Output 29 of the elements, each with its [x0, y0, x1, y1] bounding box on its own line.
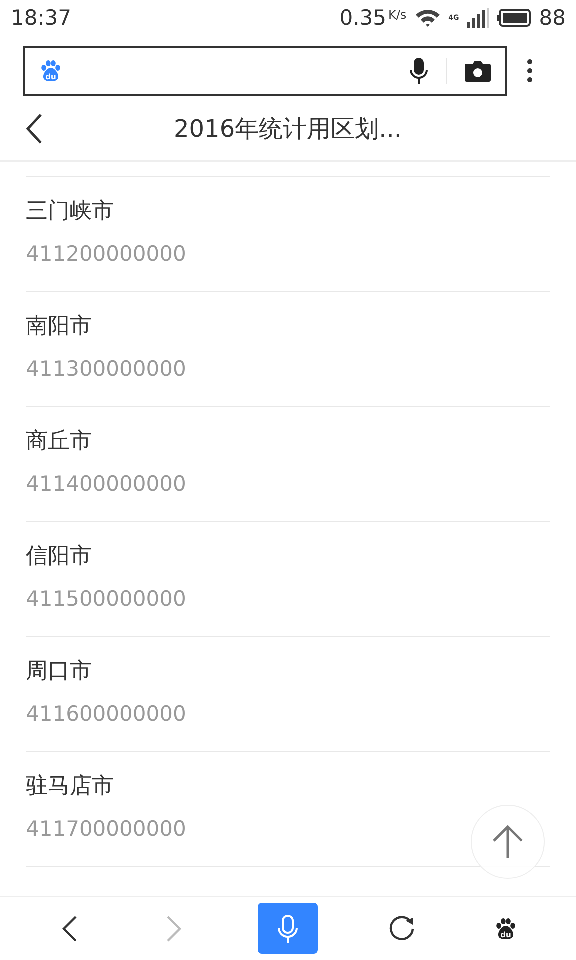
microphone-icon[interactable]: [410, 58, 428, 84]
region-name[interactable]: 商丘市: [26, 426, 92, 458]
region-name[interactable]: 周口市: [26, 656, 92, 688]
battery-icon: [497, 9, 532, 27]
speed-unit: K/s: [388, 8, 407, 22]
menu-icon[interactable]: [527, 59, 533, 83]
region-code: 411500000000: [26, 586, 186, 613]
wifi-icon: [414, 8, 441, 28]
back-icon[interactable]: [62, 914, 78, 942]
region-code: 411200000000: [26, 241, 186, 268]
microphone-icon: [277, 914, 299, 942]
region-name[interactable]: 信阳市: [26, 541, 92, 573]
network-speed: 0.35: [340, 6, 386, 30]
clock: 18:37: [11, 6, 73, 30]
voice-search-button[interactable]: [258, 903, 318, 954]
up-arrow-icon: [491, 825, 525, 859]
camera-icon[interactable]: [465, 60, 491, 82]
region-name[interactable]: 驻马店市: [26, 771, 114, 803]
region-code: 411600000000: [26, 701, 186, 728]
battery-level: 88: [539, 6, 566, 30]
refresh-icon[interactable]: [388, 914, 416, 942]
back-icon[interactable]: [26, 114, 42, 144]
signal-icon: [467, 8, 490, 28]
page-title: 2016年统计用区划...: [174, 115, 402, 143]
region-name[interactable]: 南阳市: [26, 311, 92, 343]
region-name[interactable]: 三门峡市: [26, 196, 114, 228]
region-code: 411400000000: [26, 471, 186, 498]
region-code: 411700000000: [26, 816, 186, 843]
region-code: 411300000000: [26, 356, 186, 383]
